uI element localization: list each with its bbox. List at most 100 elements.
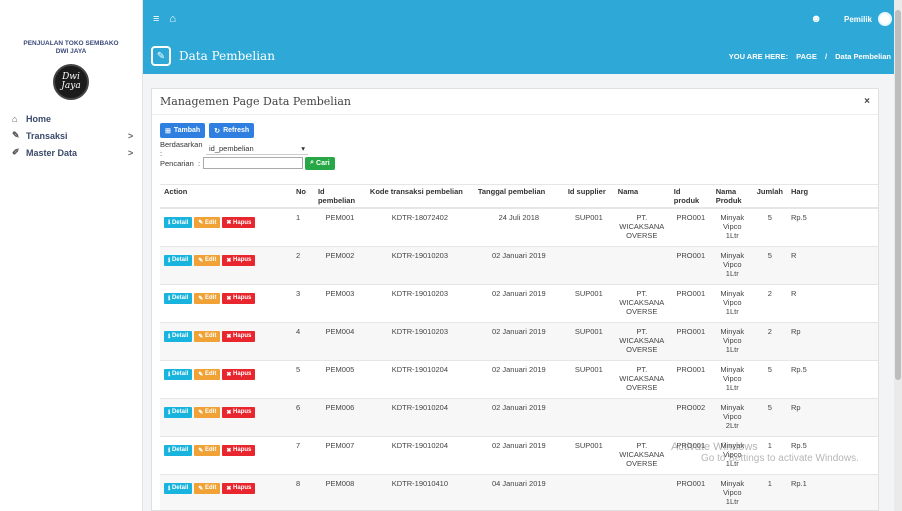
- breadcrumb-separator: /: [824, 51, 828, 61]
- hapus-button[interactable]: ✖ Hapus: [222, 254, 256, 266]
- cell-harga: Rp: [787, 397, 878, 436]
- edit-button[interactable]: ✎ Edit: [194, 368, 221, 380]
- close-icon: ✖: [226, 371, 234, 378]
- tambah-button[interactable]: ⊞ Tambah: [160, 123, 206, 138]
- breadcrumb-page[interactable]: PAGE: [796, 52, 817, 61]
- cell-kode: KDTR-19010410: [365, 473, 474, 510]
- close-icon[interactable]: ×: [864, 96, 870, 107]
- table-row: ℹ Detail ✎ Edit ✖ Hapus 8 PEM008 KDTR-1901041…: [160, 473, 878, 510]
- detail-button[interactable]: ℹ Detail: [164, 444, 193, 456]
- detail-button[interactable]: ℹ Detail: [164, 254, 193, 266]
- user-icon[interactable]: ☻: [810, 13, 822, 25]
- detail-label: Detail: [171, 409, 189, 415]
- detail-button[interactable]: ℹ Detail: [164, 368, 193, 380]
- hapus-button[interactable]: ✖ Hapus: [222, 406, 256, 418]
- detail-button[interactable]: ℹ Detail: [164, 292, 193, 304]
- hapus-button[interactable]: ✖ Hapus: [222, 330, 256, 342]
- row-actions: ℹ Detail ✎ Edit ✖ Hapus: [160, 207, 292, 246]
- search-input[interactable]: [203, 157, 304, 169]
- cell-tanggal: 04 Januari 2019: [473, 473, 564, 510]
- cell-nama: PT. WICAKSANA OVERSE: [613, 283, 670, 322]
- edit-label: Edit: [205, 219, 217, 226]
- edit-label: Edit: [205, 333, 217, 339]
- logo[interactable]: Dwi Jaya: [53, 64, 89, 100]
- hapus-button[interactable]: ✖ Hapus: [222, 368, 256, 380]
- filter-row: Berdasarkan : id_pembelian ▾: [152, 140, 878, 158]
- page-title: Data Pembelian: [179, 49, 275, 63]
- breadcrumb-current: Data Pembelian: [835, 51, 891, 61]
- cell-nama-produk: Minyak Vipco 1Ltr: [711, 207, 753, 246]
- cell-kode: KDTR-19010203: [365, 283, 474, 322]
- detail-label: Detail: [171, 447, 189, 453]
- edit-button[interactable]: ✎ Edit: [194, 406, 221, 418]
- detail-button[interactable]: ℹ Detail: [164, 406, 193, 418]
- cell-id-supplier: SUP001: [563, 207, 614, 246]
- col-kode: Kode transaksi pembelian: [365, 184, 474, 209]
- col-harga: Harg: [787, 184, 878, 209]
- detail-button[interactable]: ℹ Detail: [164, 217, 193, 228]
- avatar[interactable]: [878, 12, 892, 26]
- edit-label: Edit: [205, 447, 217, 453]
- cell-id-supplier: SUP001: [563, 283, 614, 322]
- menu-toggle-icon[interactable]: ≡: [153, 13, 159, 25]
- cell-jumlah: 5: [752, 359, 788, 398]
- brand: PENJUALAN TOKO SEMBAKO DWI JAYA: [0, 0, 142, 56]
- cell-id-produk: PRO001: [669, 359, 712, 398]
- edit-button[interactable]: ✎ Edit: [194, 254, 221, 266]
- table-row: ℹ Detail ✎ Edit ✖ Hapus 6 PEM006 KDTR-1901020…: [160, 397, 878, 436]
- cell-id-produk: PRO001: [669, 283, 712, 322]
- scrollbar[interactable]: [894, 0, 902, 511]
- filter-select-value: id_pembelian: [209, 144, 254, 153]
- edit-icon: ✎: [198, 257, 205, 264]
- sidebar: PENJUALAN TOKO SEMBAKO DWI JAYA Dwi Jaya …: [0, 0, 143, 511]
- cell-nama-produk: Minyak Vipco 1Ltr: [711, 245, 753, 284]
- edit-button[interactable]: ✎ Edit: [194, 292, 221, 304]
- cell-kode: KDTR-19010204: [365, 359, 474, 398]
- hapus-button[interactable]: ✖ Hapus: [222, 217, 256, 228]
- hapus-label: Hapus: [233, 447, 252, 453]
- edit-label: Edit: [205, 409, 217, 415]
- cell-tanggal: 02 Januari 2019: [473, 397, 564, 436]
- filter-select[interactable]: id_pembelian ▾: [206, 143, 308, 155]
- owner-label[interactable]: Pemilik: [844, 15, 872, 24]
- sidebar-item-master-data[interactable]: ✐ Master Data >: [0, 144, 142, 161]
- panel-title: Managemen Page Data Pembelian: [160, 95, 351, 108]
- cell-id-pembelian: PEM004: [313, 321, 366, 360]
- cari-button[interactable]: ⌕ Cari: [305, 156, 335, 170]
- col-nama-produk: Nama Produk: [711, 184, 753, 209]
- detail-button[interactable]: ℹ Detail: [164, 330, 193, 342]
- edit-label: Edit: [205, 371, 217, 377]
- col-id-produk: Id produk: [669, 184, 712, 209]
- hapus-button[interactable]: ✖ Hapus: [222, 482, 256, 494]
- cell-id-pembelian: PEM005: [313, 359, 366, 398]
- home-icon[interactable]: ⌂: [169, 13, 176, 25]
- hapus-button[interactable]: ✖ Hapus: [222, 444, 256, 456]
- edit-button[interactable]: ✎ Edit: [194, 482, 221, 494]
- hapus-label: Hapus: [233, 409, 252, 415]
- cell-nama-produk: Minyak Vipco 1Ltr: [711, 435, 753, 474]
- cell-id-produk: PRO002: [669, 397, 712, 436]
- scroll-thumb[interactable]: [895, 10, 901, 380]
- cell-jumlah: 5: [752, 397, 788, 436]
- row-actions: ℹ Detail ✎ Edit ✖ Hapus: [160, 435, 292, 474]
- cell-jumlah: 5: [752, 245, 788, 284]
- cell-id-supplier: [563, 245, 614, 284]
- edit-icon: ✎: [198, 485, 205, 492]
- detail-label: Detail: [171, 257, 189, 263]
- cell-id-pembelian: PEM006: [313, 397, 366, 436]
- close-icon: ✖: [226, 447, 234, 454]
- cell-id-produk: PRO001: [669, 207, 712, 246]
- sidebar-item-transaksi[interactable]: ✎ Transaksi >: [0, 127, 142, 144]
- refresh-button[interactable]: ↻ Refresh: [209, 123, 255, 138]
- cell-tanggal: 02 Januari 2019: [473, 245, 564, 284]
- row-actions: ℹ Detail ✎ Edit ✖ Hapus: [160, 473, 292, 510]
- edit-button[interactable]: ✎ Edit: [194, 330, 221, 342]
- edit-button[interactable]: ✎ Edit: [194, 444, 221, 456]
- sidebar-item-home[interactable]: ⌂ Home: [0, 110, 142, 127]
- detail-button[interactable]: ℹ Detail: [164, 482, 193, 494]
- hapus-label: Hapus: [233, 485, 252, 491]
- cell-no: 4: [291, 321, 314, 360]
- edit-button[interactable]: ✎ Edit: [194, 217, 221, 228]
- pencil-icon: ✎: [151, 46, 171, 66]
- hapus-button[interactable]: ✖ Hapus: [222, 292, 256, 304]
